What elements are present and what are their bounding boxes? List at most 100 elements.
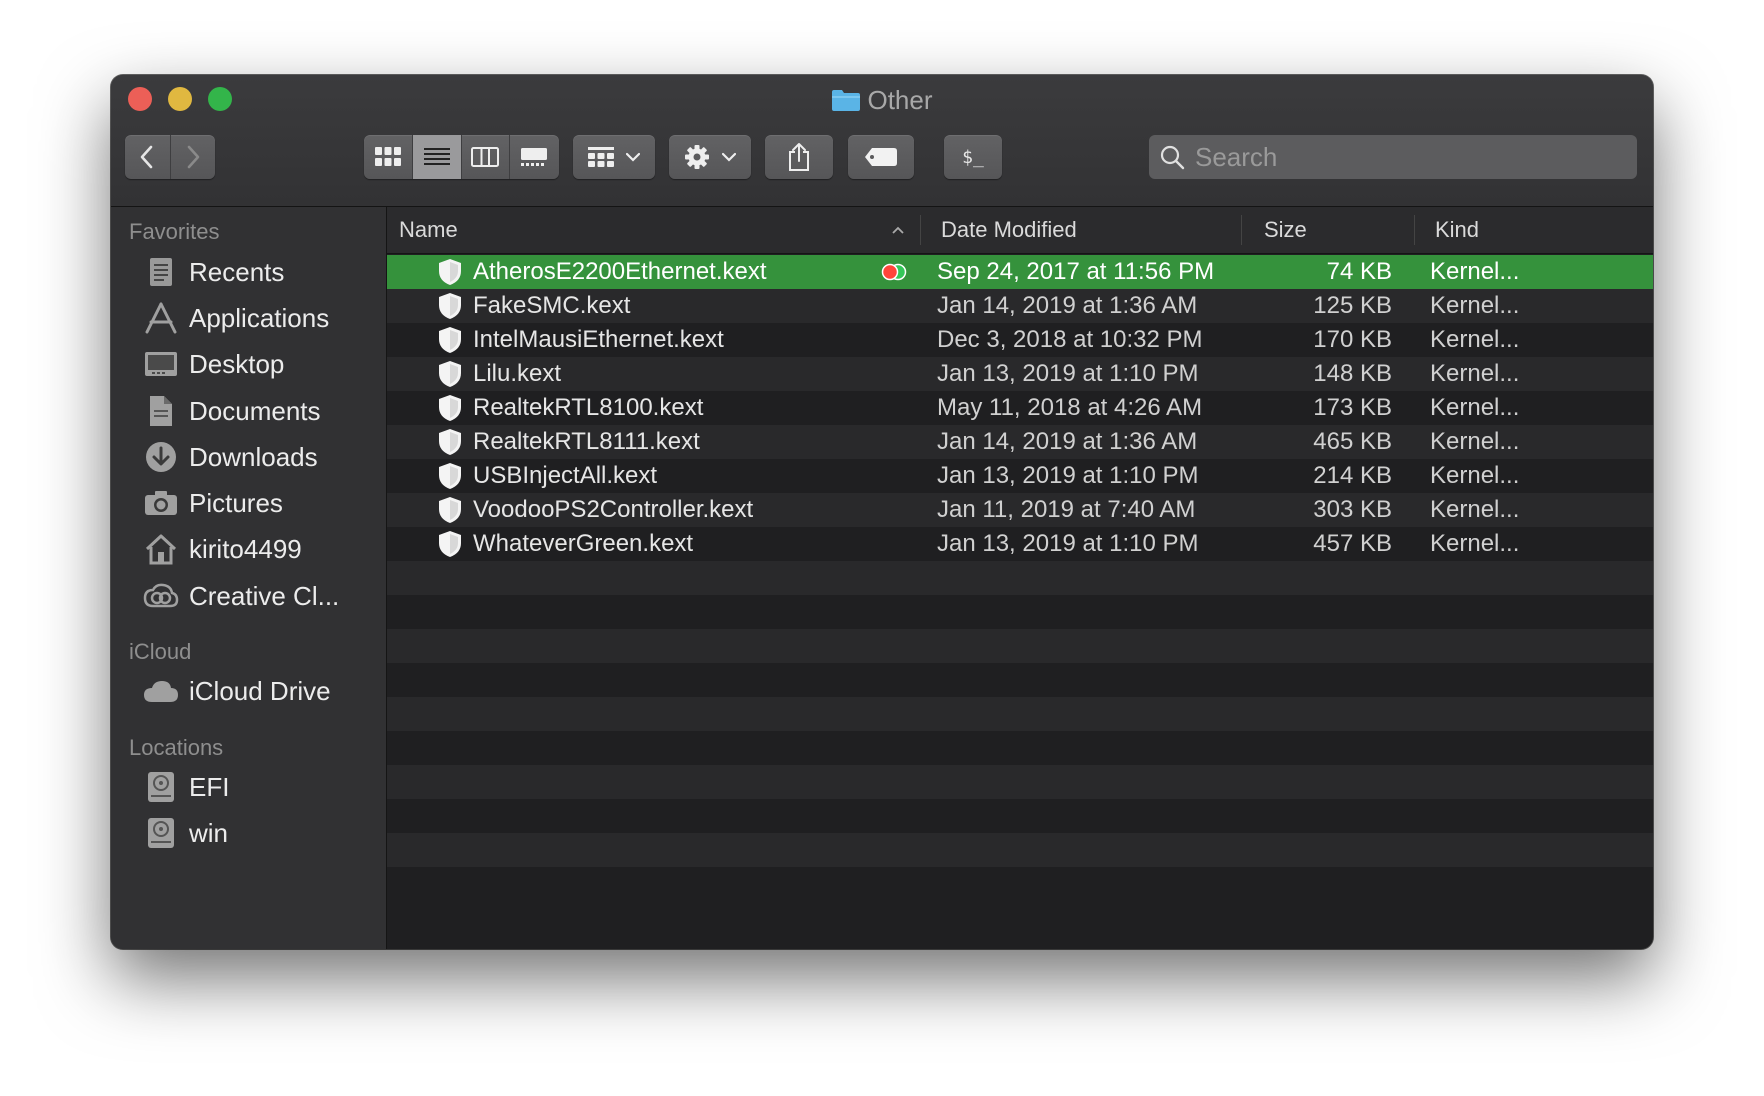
grid-icon — [375, 147, 402, 166]
kind-cell: Kernel... — [1430, 258, 1520, 285]
sidebar-item-label: Documents — [189, 395, 321, 426]
sidebar-item-pictures[interactable]: Pictures — [111, 480, 386, 526]
file-row[interactable]: WhateverGreen.kext Jan 13, 2019 at 1:10 P… — [387, 527, 1653, 561]
cloud-icon — [141, 671, 181, 711]
back-button[interactable] — [125, 135, 171, 179]
file-name-cell: WhateverGreen.kext — [437, 527, 693, 561]
list-view-button[interactable] — [413, 135, 462, 179]
group-by-button[interactable] — [573, 135, 655, 179]
file-row[interactable]: USBInjectAll.kext Jan 13, 2019 at 1:10 PM… — [387, 459, 1653, 493]
column-header: Name Date Modified Size Kind — [387, 207, 1653, 254]
date-modified-cell: Jan 14, 2019 at 1:36 AM — [937, 428, 1198, 455]
date-modified-cell: Jan 13, 2019 at 1:10 PM — [937, 462, 1199, 489]
kind-cell: Kernel... — [1430, 292, 1520, 319]
file-row[interactable]: Lilu.kext Jan 13, 2019 at 1:10 PM 148 KB Ke… — [387, 357, 1653, 391]
terminal-button[interactable]: $_ — [944, 135, 1002, 179]
search-field[interactable] — [1149, 135, 1637, 179]
sidebar-item-icloud-drive[interactable]: iCloud Drive — [111, 668, 386, 714]
window-title: Other — [111, 83, 1653, 117]
file-name: RealtekRTL8100.kext — [473, 394, 704, 421]
sidebar-item-home[interactable]: kirito4499 — [111, 526, 386, 572]
kext-shield-icon — [437, 394, 463, 422]
gear-icon — [685, 145, 709, 169]
disk-icon — [141, 767, 181, 807]
file-name: AtherosE2200Ethernet.kext — [473, 258, 767, 285]
camera-icon — [141, 483, 181, 523]
sidebar-item-label: Creative Cl... — [189, 580, 340, 611]
column-kind[interactable]: Kind — [1435, 207, 1535, 253]
empty-row — [387, 595, 1653, 629]
share-button[interactable] — [765, 135, 833, 179]
sidebar-item-label: iCloud Drive — [189, 675, 331, 706]
sort-ascending-icon — [892, 226, 904, 234]
sidebar-item-efi[interactable]: EFI — [111, 764, 386, 810]
date-modified-cell: Dec 3, 2018 at 10:32 PM — [937, 326, 1203, 353]
sidebar-item-downloads[interactable]: Downloads — [111, 434, 386, 480]
tag-button[interactable] — [848, 135, 914, 179]
file-name-cell: RealtekRTL8100.kext — [437, 391, 703, 425]
file-name-cell: USBInjectAll.kext — [437, 459, 657, 493]
file-row[interactable]: RealtekRTL8111.kext Jan 14, 2019 at 1:36 … — [387, 425, 1653, 459]
share-icon — [789, 143, 809, 171]
gallery-view-button[interactable] — [510, 135, 559, 179]
column-date-modified[interactable]: Date Modified — [941, 207, 1231, 253]
document-icon — [141, 391, 181, 431]
search-input[interactable] — [1193, 140, 1617, 174]
file-name-cell: Lilu.kext — [437, 357, 561, 391]
file-row[interactable]: VoodooPS2Controller.kext Jan 11, 2019 at … — [387, 493, 1653, 527]
size-cell: 125 KB — [1313, 292, 1392, 319]
sidebar-item-recents[interactable]: Recents — [111, 249, 386, 295]
file-list: Name Date Modified Size Kind AtherosE220… — [387, 207, 1653, 949]
file-name-cell: RealtekRTL8111.kext — [437, 425, 700, 459]
list-icon — [423, 148, 450, 165]
folder-icon — [831, 86, 861, 111]
date-modified-cell: Jan 13, 2019 at 1:10 PM — [937, 530, 1199, 557]
kind-cell: Kernel... — [1430, 326, 1520, 353]
action-button[interactable] — [669, 135, 751, 179]
view-mode-control — [364, 135, 559, 179]
kext-shield-icon — [437, 462, 463, 490]
column-date-label: Date Modified — [941, 217, 1077, 242]
sidebar-item-label: Downloads — [189, 441, 318, 472]
column-view-button[interactable] — [462, 135, 510, 179]
sidebar-item-label: Applications — [189, 302, 330, 333]
column-size-label: Size — [1264, 217, 1307, 242]
empty-row — [387, 663, 1653, 697]
file-name: FakeSMC.kext — [473, 292, 631, 319]
desktop-icon — [141, 344, 181, 384]
sidebar-item-label: Desktop — [189, 348, 285, 379]
size-cell: 465 KB — [1313, 428, 1392, 455]
navigation-buttons — [125, 135, 215, 179]
empty-row — [387, 697, 1653, 731]
tag-icon — [865, 148, 897, 166]
sidebar-section-icloud: iCloud — [129, 639, 192, 664]
file-row[interactable]: FakeSMC.kext Jan 14, 2019 at 1:36 AM 125 K… — [387, 289, 1653, 323]
file-row[interactable]: RealtekRTL8100.kext May 11, 2018 at 4:26 … — [387, 391, 1653, 425]
column-name[interactable]: Name — [399, 207, 899, 253]
window-title-text: Other — [867, 85, 933, 115]
size-cell: 74 KB — [1326, 258, 1392, 285]
file-row[interactable]: AtherosE2200Ethernet.kext Sep 24, 2017 at… — [387, 255, 1653, 289]
terminal-icon: $_ — [962, 146, 984, 168]
sidebar-item-creative-cloud[interactable]: Creative Cl... — [111, 573, 386, 619]
home-icon — [141, 529, 181, 569]
file-name-cell: AtherosE2200Ethernet.kext — [437, 255, 767, 289]
file-name: USBInjectAll.kext — [473, 462, 658, 489]
sidebar-item-label: win — [189, 817, 229, 848]
column-name-label: Name — [399, 217, 458, 242]
sidebar-item-applications[interactable]: Applications — [111, 295, 386, 341]
column-size[interactable]: Size — [1264, 207, 1414, 253]
date-modified-cell: May 11, 2018 at 4:26 AM — [937, 394, 1203, 421]
forward-button[interactable] — [171, 135, 216, 179]
sidebar-item-documents[interactable]: Documents — [111, 388, 386, 434]
chevron-right-icon — [187, 145, 200, 169]
sidebar-item-win[interactable]: win — [111, 810, 386, 856]
icon-view-button[interactable] — [364, 135, 414, 179]
empty-row — [387, 765, 1653, 799]
size-cell: 303 KB — [1313, 496, 1392, 523]
column-kind-label: Kind — [1435, 217, 1480, 242]
kext-shield-icon — [437, 360, 463, 388]
file-row[interactable]: IntelMausiEthernet.kext Dec 3, 2018 at 10… — [387, 323, 1653, 357]
file-name-cell: VoodooPS2Controller.kext — [437, 493, 753, 527]
sidebar-item-desktop[interactable]: Desktop — [111, 341, 386, 387]
